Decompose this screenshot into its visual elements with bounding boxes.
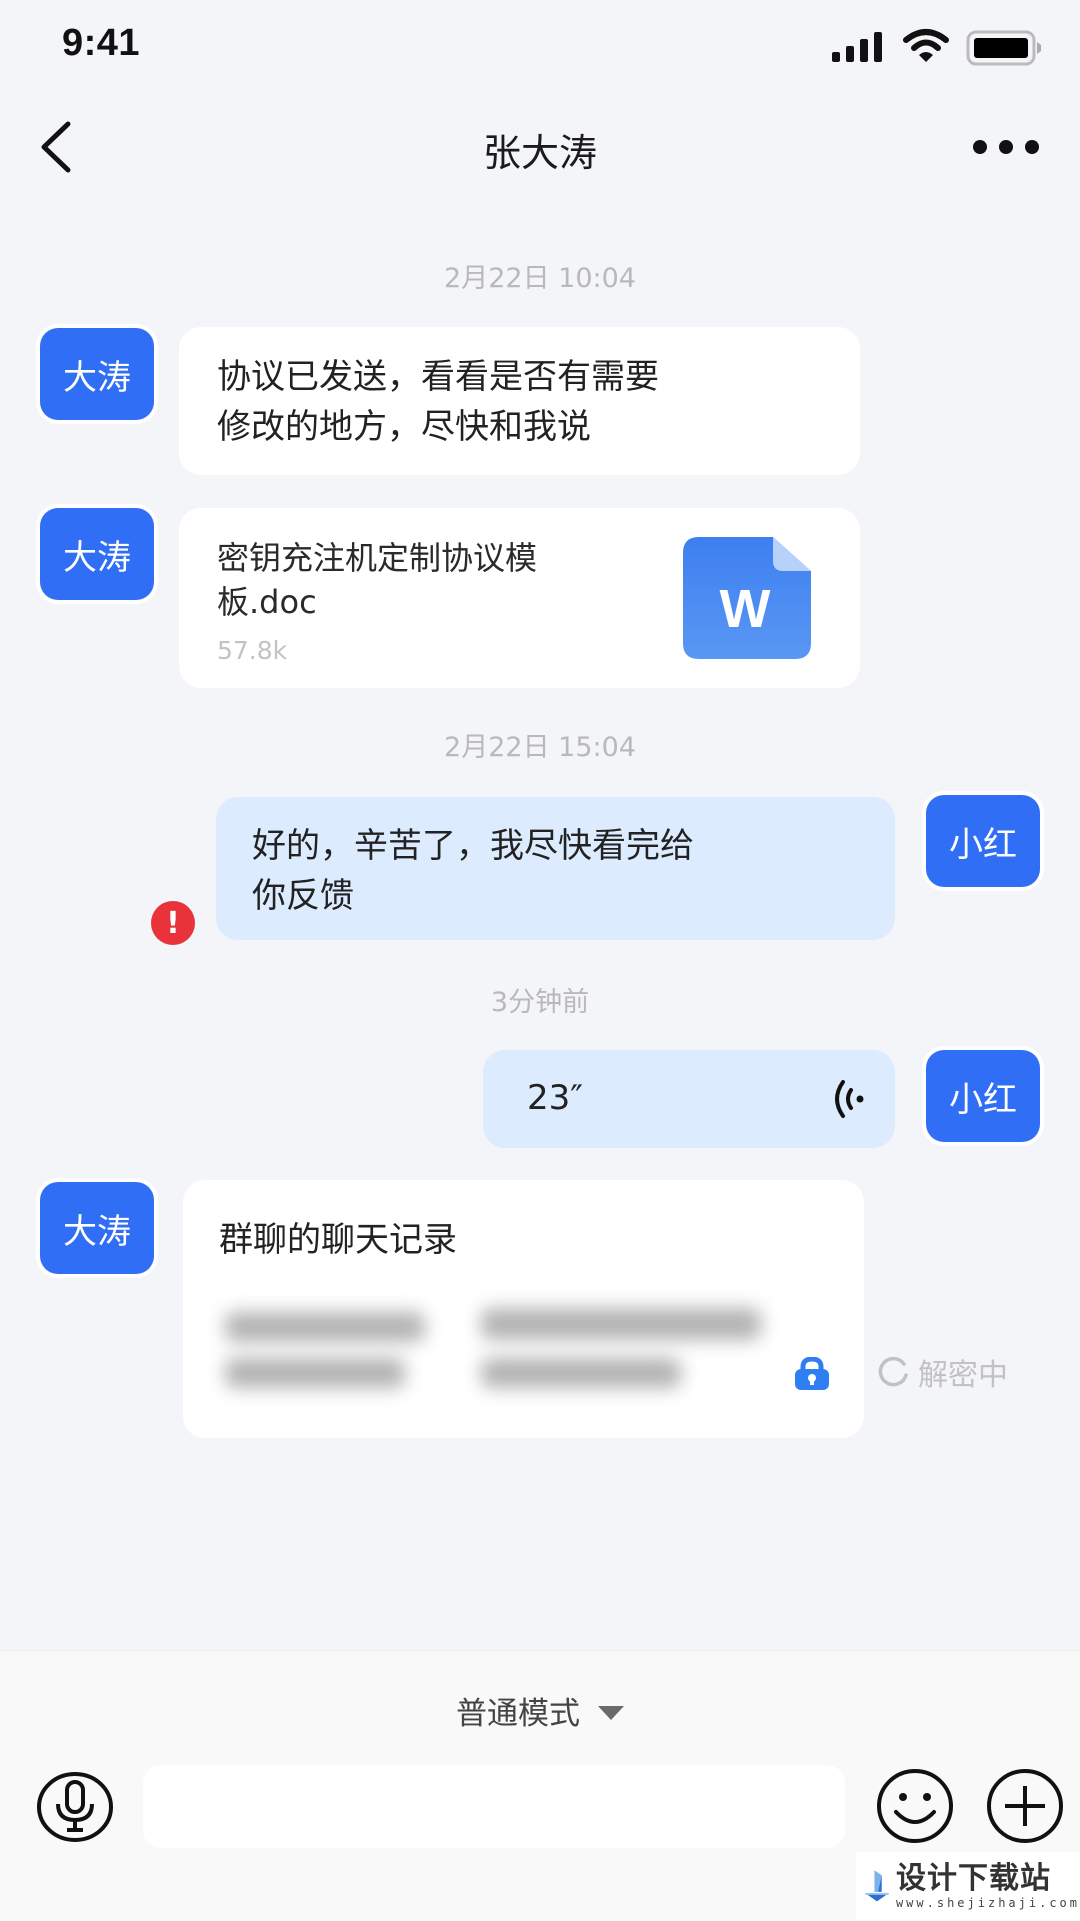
caret-down-icon xyxy=(598,1705,624,1720)
mode-label: 普通模式 xyxy=(456,1696,580,1732)
more-dots-icon[interactable] xyxy=(970,132,1046,162)
voice-message-bubble[interactable]: 23″ xyxy=(483,1050,895,1148)
decrypt-status-text: 解密中 xyxy=(918,1358,1008,1393)
page-title: 张大涛 xyxy=(482,131,597,175)
message-bubble-received[interactable]: 协议已发送，看看是否有需要 修改的地方，尽快和我说 xyxy=(179,327,860,475)
chat-record-title: 群聊的聊天记录 xyxy=(219,1220,457,1260)
voice-duration: 23″ xyxy=(527,1078,583,1118)
watermark-logo-icon xyxy=(865,1870,889,1902)
loading-spinner-icon xyxy=(878,1356,908,1387)
file-message-card[interactable]: 密钥充注机定制协议模 板.doc 57.8k W xyxy=(179,508,860,688)
signal-icon xyxy=(832,32,882,62)
avatar[interactable]: 小红 xyxy=(926,795,1040,887)
chat-record-card[interactable]: 群聊的聊天记录 xyxy=(183,1180,864,1438)
message-text-line: 你反馈 xyxy=(252,876,354,916)
message-text-line: 好的，辛苦了，我尽快看完给 xyxy=(252,826,694,866)
message-text-line: 修改的地方，尽快和我说 xyxy=(217,407,591,447)
timestamp: 2月22日 10:04 xyxy=(444,263,636,294)
timestamp: 3分钟前 xyxy=(490,987,590,1018)
message-text-line: 协议已发送，看看是否有需要 xyxy=(217,357,659,397)
microphone-icon[interactable] xyxy=(36,1770,114,1844)
watermark-url: www.shejizhaji.com xyxy=(895,1896,1080,1910)
plus-icon[interactable] xyxy=(986,1768,1064,1844)
wifi-icon xyxy=(903,29,949,62)
avatar[interactable]: 小红 xyxy=(926,1050,1040,1142)
decrypt-status: 解密中 xyxy=(876,1350,1008,1394)
file-size: 57.8k xyxy=(217,636,288,665)
word-document-icon: W xyxy=(683,537,811,659)
mode-selector[interactable]: 普通模式 xyxy=(0,1688,1080,1733)
status-time: 9:41 xyxy=(62,22,141,64)
watermark-title: 设计下载站 xyxy=(895,1861,1051,1896)
battery-icon xyxy=(966,30,1041,66)
watermark: 设计下载站 www.shejizhaji.com xyxy=(856,1852,1080,1920)
avatar[interactable]: 大涛 xyxy=(40,328,154,420)
timestamp: 2月22日 15:04 xyxy=(444,732,636,763)
voice-wave-icon xyxy=(835,1080,864,1118)
smiley-icon[interactable] xyxy=(876,1768,954,1844)
file-icon-letter: W xyxy=(720,579,771,639)
file-name-line: 板.doc xyxy=(217,583,317,621)
file-name-line: 密钥充注机定制协议模 xyxy=(217,539,538,577)
avatar[interactable]: 大涛 xyxy=(40,508,154,600)
message-bubble-sent[interactable]: 好的，辛苦了，我尽快看完给 你反馈 xyxy=(216,797,895,940)
message-input[interactable] xyxy=(143,1765,845,1848)
lock-icon xyxy=(795,1357,829,1390)
send-failed-icon[interactable]: ! xyxy=(151,901,195,945)
avatar[interactable]: 大涛 xyxy=(40,1182,154,1274)
error-glyph: ! xyxy=(166,905,180,941)
